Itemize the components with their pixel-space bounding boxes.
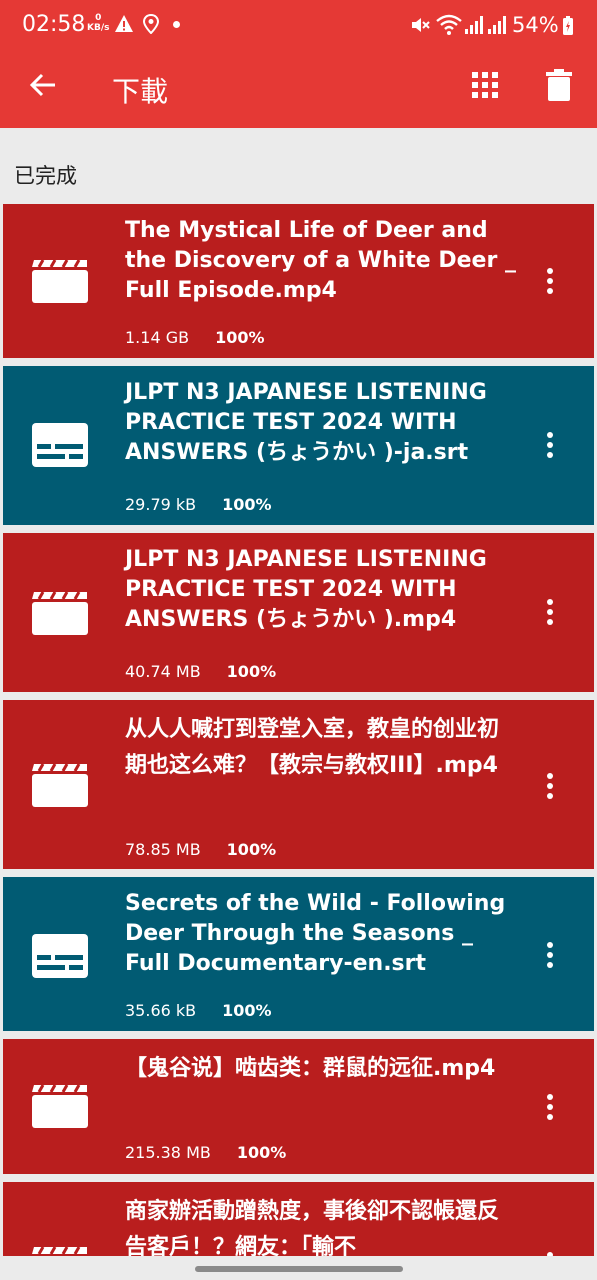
- more-options-icon[interactable]: [541, 597, 559, 627]
- progress-percent: 100%: [222, 495, 272, 514]
- download-item[interactable]: The Mystical Life of Deer and the Discov…: [3, 204, 594, 358]
- file-size: 78.85 MB: [125, 840, 201, 859]
- status-time: 02:58: [22, 12, 86, 37]
- grid-view-icon[interactable]: [470, 70, 500, 100]
- subtitle-icon: [32, 934, 88, 978]
- notification-dot-icon: [173, 21, 180, 28]
- video-clapper-icon: [32, 763, 88, 807]
- progress-percent: 100%: [215, 328, 265, 347]
- download-item[interactable]: 【鬼谷说】啮齿类：群鼠的远征.mp4 215.38 MB 100%: [3, 1039, 594, 1174]
- download-item[interactable]: Secrets of the Wild - Following Deer Thr…: [3, 877, 594, 1031]
- mute-icon: [412, 18, 430, 32]
- file-meta: 78.85 MB 100%: [125, 840, 276, 859]
- net-speed-value: 0: [95, 13, 102, 23]
- file-name: JLPT N3 JAPANESE LISTENING PRACTICE TEST…: [125, 380, 487, 465]
- progress-percent: 100%: [222, 1001, 272, 1020]
- download-item[interactable]: JLPT N3 JAPANESE LISTENING PRACTICE TEST…: [3, 366, 594, 525]
- progress-percent: 100%: [226, 662, 277, 681]
- more-options-icon[interactable]: [541, 771, 559, 801]
- file-meta: 1.14 GB 100%: [125, 328, 265, 347]
- progress-percent: 100%: [226, 840, 277, 859]
- file-name: JLPT N3 JAPANESE LISTENING PRACTICE TEST…: [125, 547, 487, 632]
- video-clapper-icon: [32, 591, 88, 635]
- file-size: 35.66 kB: [125, 1001, 197, 1020]
- net-speed: 0 KB/s: [87, 13, 109, 33]
- file-name: 【鬼谷说】啮齿类：群鼠的远征.mp4: [125, 1056, 496, 1081]
- file-size: 1.14 GB: [125, 328, 190, 347]
- page-title: 下載: [112, 75, 169, 108]
- signal-icon: [488, 16, 506, 34]
- file-size: 29.79 kB: [125, 495, 197, 514]
- battery-percent: 54%: [512, 13, 559, 37]
- more-options-icon[interactable]: [541, 266, 559, 296]
- progress-percent: 100%: [236, 1143, 287, 1162]
- file-name: The Mystical Life of Deer and the Discov…: [125, 218, 516, 303]
- file-meta: 40.74 MB 100%: [125, 662, 276, 681]
- trash-icon[interactable]: [545, 68, 573, 102]
- download-item[interactable]: 从人人喊打到登堂入室，教皇的创业初期也这么难？【教宗与教权III】.mp4 78…: [3, 700, 594, 869]
- subtitle-icon: [32, 423, 88, 467]
- home-gesture-handle[interactable]: [195, 1266, 403, 1272]
- more-options-icon[interactable]: [541, 940, 559, 970]
- file-size: 215.38 MB: [125, 1143, 211, 1162]
- file-size: 40.74 MB: [125, 662, 201, 681]
- section-title-completed: 已完成: [14, 164, 77, 188]
- location-icon: [143, 14, 159, 34]
- wifi-icon: [436, 14, 462, 35]
- system-nav-bar: [0, 1256, 597, 1280]
- download-item[interactable]: JLPT N3 JAPANESE LISTENING PRACTICE TEST…: [3, 533, 594, 692]
- video-clapper-icon: [32, 259, 88, 303]
- file-meta: 29.79 kB 100%: [125, 495, 272, 514]
- signal-icon: [465, 16, 483, 34]
- status-bar: 02:58 0 KB/s 54%: [0, 0, 597, 52]
- battery-icon: [563, 16, 573, 35]
- app-bar: 下載: [0, 52, 597, 128]
- file-name: Secrets of the Wild - Following Deer Thr…: [125, 891, 506, 976]
- video-clapper-icon: [32, 1084, 88, 1128]
- file-meta: 215.38 MB 100%: [125, 1143, 286, 1162]
- net-speed-unit: KB/s: [87, 23, 110, 33]
- file-name: 从人人喊打到登堂入室，教皇的创业初期也这么难？【教宗与教权III】.mp4: [125, 717, 500, 778]
- file-meta: 35.66 kB 100%: [125, 1001, 272, 1020]
- more-options-icon[interactable]: [541, 1092, 559, 1122]
- back-arrow-icon[interactable]: [28, 70, 58, 100]
- more-options-icon[interactable]: [541, 430, 559, 460]
- warning-icon: [115, 15, 133, 32]
